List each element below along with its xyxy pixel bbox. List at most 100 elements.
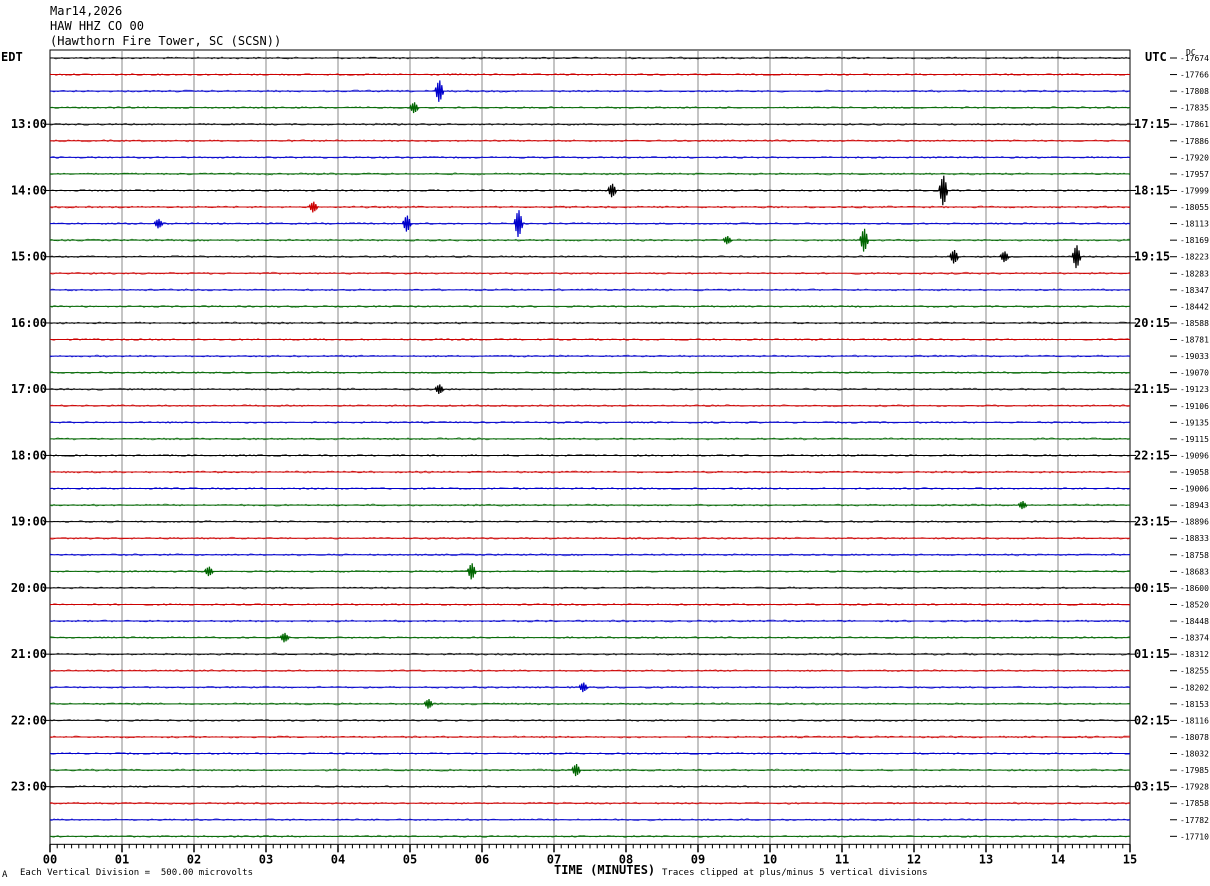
dc-offset-label: -18113 xyxy=(1180,220,1209,229)
seismic-event xyxy=(203,566,214,577)
x-axis-title: TIME (MINUTES) xyxy=(554,863,656,877)
dc-offset-label: -17858 xyxy=(1180,799,1209,808)
x-tick-label: 02 xyxy=(187,852,201,866)
dc-offset-label: -18600 xyxy=(1180,584,1209,593)
trace-noise xyxy=(49,73,1131,77)
left-hour-label: 19:00 xyxy=(11,515,47,529)
x-tick-label: 15 xyxy=(1123,852,1137,866)
dc-offset-label: -18374 xyxy=(1180,634,1209,643)
left-hour-label: 21:00 xyxy=(11,647,47,661)
dc-offset-label: -19070 xyxy=(1180,369,1209,378)
x-tick-label: 03 xyxy=(259,852,273,866)
dc-offset-label: -19135 xyxy=(1180,418,1209,427)
dc-offset-label: -17957 xyxy=(1180,170,1209,179)
dc-offset-label: -17710 xyxy=(1180,832,1209,841)
helicorder-plot: -17674 -17766 -17808 -17835 -17861 -17886 -179… xyxy=(11,49,1209,866)
dc-offset-label: -17928 xyxy=(1180,783,1209,792)
x-tick-label: 06 xyxy=(475,852,489,866)
dc-offset-label: -19115 xyxy=(1180,435,1209,444)
seismic-event xyxy=(279,632,290,643)
dc-offset-label: -17985 xyxy=(1180,766,1209,775)
right-hour-label: 23:15 xyxy=(1134,515,1170,529)
clip-note: Traces clipped at plus/minus 5 vertical … xyxy=(662,868,928,878)
dc-offset-label: -17782 xyxy=(1180,816,1209,825)
dc-offset-label: -18283 xyxy=(1180,269,1209,278)
dc-offset-label: -18202 xyxy=(1180,683,1209,692)
left-hour-label: 20:00 xyxy=(11,581,47,595)
seismic-event xyxy=(1071,245,1082,269)
seismic-event xyxy=(434,80,445,102)
dc-offset-label: -18448 xyxy=(1180,617,1209,626)
scale-note: Each Vertical Division = 500.00 microvol… xyxy=(20,868,253,878)
seismic-event xyxy=(153,218,164,229)
trace-noise xyxy=(49,536,1131,540)
right-hour-label: 18:15 xyxy=(1134,183,1170,197)
left-hour-label: 15:00 xyxy=(11,250,47,264)
dc-offset-label: -18169 xyxy=(1180,236,1209,245)
left-hour-label: 13:00 xyxy=(11,117,47,131)
left-hour-label: 22:00 xyxy=(11,713,47,727)
dc-offset-label: -18055 xyxy=(1180,203,1209,212)
dc-offset-label: -17766 xyxy=(1180,71,1209,80)
right-hour-label: 03:15 xyxy=(1134,780,1170,794)
x-tick-label: 05 xyxy=(403,852,417,866)
seismic-event xyxy=(571,763,582,777)
left-hour-label: 18:00 xyxy=(11,448,47,462)
seismic-event xyxy=(938,175,949,206)
dc-offset-label: -18833 xyxy=(1180,534,1209,543)
dc-offset-label: -18520 xyxy=(1180,600,1209,609)
seismic-event xyxy=(409,102,420,114)
seismic-event xyxy=(308,201,319,213)
seismic-event xyxy=(423,699,434,709)
right-hour-label: 02:15 xyxy=(1134,713,1170,727)
corner-mark: A xyxy=(2,870,8,880)
dc-offset-label: -19033 xyxy=(1180,352,1209,361)
x-tick-label: 13 xyxy=(979,852,993,866)
dc-offset-label: -18078 xyxy=(1180,733,1209,742)
seismic-event xyxy=(466,563,477,580)
dc-offset-label: -18588 xyxy=(1180,319,1209,328)
right-hour-label: 01:15 xyxy=(1134,647,1170,661)
right-hour-label: 22:15 xyxy=(1134,448,1170,462)
dc-offset-label: -17835 xyxy=(1180,104,1209,113)
dc-offset-label: -18781 xyxy=(1180,336,1209,345)
dc-offset-label: -17808 xyxy=(1180,87,1209,96)
dc-offset-label: -17920 xyxy=(1180,153,1209,162)
seismic-event xyxy=(578,682,589,693)
right-hour-label: 00:15 xyxy=(1134,581,1170,595)
plot-frame xyxy=(49,49,1131,845)
x-tick-label: 00 xyxy=(43,852,57,866)
seismic-event xyxy=(999,251,1010,263)
x-tick-label: 01 xyxy=(115,852,129,866)
dc-offset-label: -17861 xyxy=(1180,120,1209,129)
seismic-event xyxy=(1017,501,1028,510)
left-hour-label: 14:00 xyxy=(11,183,47,197)
x-tick-label: 14 xyxy=(1051,852,1065,866)
dc-offset-label: -19058 xyxy=(1180,468,1209,477)
dc-offset-label: -19096 xyxy=(1180,451,1209,460)
dc-offset-label: -17674 xyxy=(1180,54,1209,63)
dc-offset-label: -18683 xyxy=(1180,567,1209,576)
dc-offset-label: -18896 xyxy=(1180,518,1209,527)
dc-offset-label: -18442 xyxy=(1180,302,1209,311)
dc-offset-label: -18032 xyxy=(1180,750,1209,759)
right-hour-label: 20:15 xyxy=(1134,316,1170,330)
seismic-event xyxy=(859,228,870,252)
x-tick-label: 11 xyxy=(835,852,849,866)
dc-offset-label: -18116 xyxy=(1180,716,1209,725)
seismic-event xyxy=(513,210,524,238)
dc-offset-label: -18255 xyxy=(1180,667,1209,676)
left-hour-label: 17:00 xyxy=(11,382,47,396)
dc-offset-label: -18223 xyxy=(1180,253,1209,262)
dc-offset-label: -19106 xyxy=(1180,402,1209,411)
dc-offset-label: -19123 xyxy=(1180,385,1209,394)
x-tick-label: 10 xyxy=(763,852,777,866)
left-hour-label: 23:00 xyxy=(11,780,47,794)
dc-offset-label: -17886 xyxy=(1180,137,1209,146)
left-hour-label: 16:00 xyxy=(11,316,47,330)
dc-offset-label: -17999 xyxy=(1180,186,1209,195)
seismic-event xyxy=(434,384,445,394)
right-hour-label: 17:15 xyxy=(1134,117,1170,131)
x-tick-label: 04 xyxy=(331,852,345,866)
dc-offset-label: -19006 xyxy=(1180,485,1209,494)
